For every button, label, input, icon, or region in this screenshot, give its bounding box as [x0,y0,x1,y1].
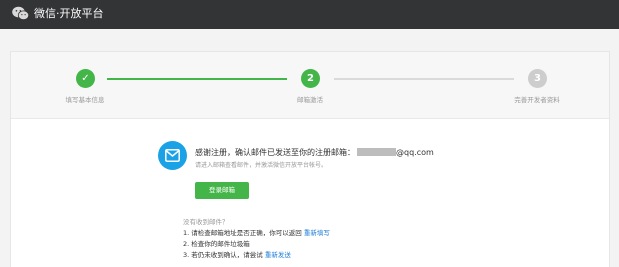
confirmation-text: 感谢注册，确认邮件已发送至你的注册邮箱： [195,148,355,157]
confirmation-message: 感谢注册，确认邮件已发送至你的注册邮箱： @qq.com [195,147,434,158]
step-3-circle: 3 [528,69,547,88]
step-3-label: 完善开发者资料 [514,96,560,104]
mail-icon [158,141,187,170]
faq-item-1-text: 1. 请检查邮箱地址是否正确，你可以返回 [183,229,302,237]
registration-card: ✓ 2 3 填写基本信息 邮箱激活 完善开发者资料 感谢注册，确认邮件已发送至你… [10,51,610,267]
refill-link[interactable]: 重新填写 [304,229,330,237]
step-2-label: 邮箱激活 [297,96,323,104]
faq-item-3: 3. 若仍未收到确认，请尝试 重新发送 [183,249,291,259]
resend-link[interactable]: 重新发送 [265,251,291,259]
step-1-check-icon: ✓ [76,69,95,88]
instruction-text: 请进入邮箱查看邮件，并激活微信开放平台帐号。 [195,162,328,169]
step-2-circle: 2 [301,69,320,88]
faq-item-2: 2. 检查你的邮件垃圾箱 [183,240,250,248]
email-domain: @qq.com [396,148,434,157]
step-1-label: 填写基本信息 [65,96,105,104]
faq-item-3-text: 3. 若仍未收到确认，请尝试 [183,251,263,259]
faq-title: 没有收到邮件？ [183,218,229,226]
redacted-email-block [357,148,396,156]
faq-item-1: 1. 请检查邮箱地址是否正确，你可以返回 重新填写 [183,227,330,237]
login-email-button[interactable]: 登录邮箱 [195,182,249,199]
step-connector-done [107,78,287,80]
top-bar: 微信·开放平台 [0,0,619,29]
step-connector-pending [334,78,514,80]
brand-title[interactable]: 微信·开放平台 [34,6,104,22]
wechat-logo-icon[interactable] [12,6,29,21]
progress-steps: ✓ 2 3 填写基本信息 邮箱激活 完善开发者资料 [11,52,609,119]
